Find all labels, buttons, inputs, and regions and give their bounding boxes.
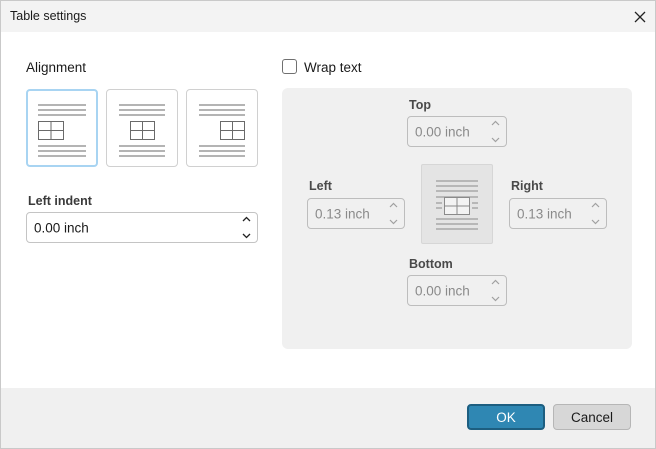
chevron-up-icon	[491, 120, 499, 126]
top-margin-label: Top	[409, 98, 431, 112]
table-align-center-icon	[119, 104, 165, 157]
table-settings-dialog: Table settings Alignment Left indent 0.0…	[0, 0, 656, 449]
align-right-button[interactable]	[186, 89, 258, 167]
table-align-left-icon	[38, 104, 86, 157]
left-margin-stepper[interactable]: 0.13 inch	[307, 198, 405, 229]
chevron-down-icon	[491, 137, 499, 143]
chevron-up-icon	[591, 202, 599, 208]
dialog-title: Table settings	[10, 9, 87, 23]
right-margin-value: 0.13 inch	[517, 206, 572, 221]
cancel-button[interactable]: Cancel	[553, 404, 631, 430]
chevron-down-icon[interactable]	[242, 233, 251, 239]
close-icon	[634, 11, 646, 22]
wrap-text-checkbox[interactable]	[282, 59, 297, 74]
left-indent-value: 0.00 inch	[34, 220, 89, 235]
right-margin-label: Right	[511, 179, 543, 193]
left-margin-value: 0.13 inch	[315, 206, 370, 221]
chevron-up-icon[interactable]	[242, 216, 251, 222]
top-margin-value: 0.00 inch	[415, 124, 470, 139]
table-text-wrap-preview-icon	[436, 180, 478, 230]
title-bar: Table settings	[1, 1, 655, 32]
top-margin-stepper[interactable]: 0.00 inch	[407, 116, 507, 147]
bottom-margin-label: Bottom	[409, 257, 453, 271]
align-left-button[interactable]	[26, 89, 98, 167]
left-indent-label: Left indent	[28, 194, 92, 208]
alignment-label: Alignment	[26, 60, 87, 75]
left-indent-stepper[interactable]: 0.00 inch	[26, 212, 258, 243]
left-margin-label: Left	[309, 179, 332, 193]
table-align-right-icon	[199, 104, 245, 157]
chevron-down-icon	[591, 219, 599, 225]
chevron-down-icon	[389, 219, 397, 225]
wrap-text-label: Wrap text	[304, 60, 362, 75]
dialog-footer: OK Cancel	[1, 388, 655, 448]
wrap-preview	[421, 164, 493, 244]
chevron-up-icon	[389, 202, 397, 208]
right-margin-stepper[interactable]: 0.13 inch	[509, 198, 607, 229]
align-center-button[interactable]	[106, 89, 178, 167]
bottom-margin-value: 0.00 inch	[415, 283, 470, 298]
chevron-up-icon	[491, 279, 499, 285]
chevron-down-icon	[491, 296, 499, 302]
ok-button[interactable]: OK	[467, 404, 545, 430]
close-button[interactable]	[625, 1, 655, 32]
bottom-margin-stepper[interactable]: 0.00 inch	[407, 275, 507, 306]
